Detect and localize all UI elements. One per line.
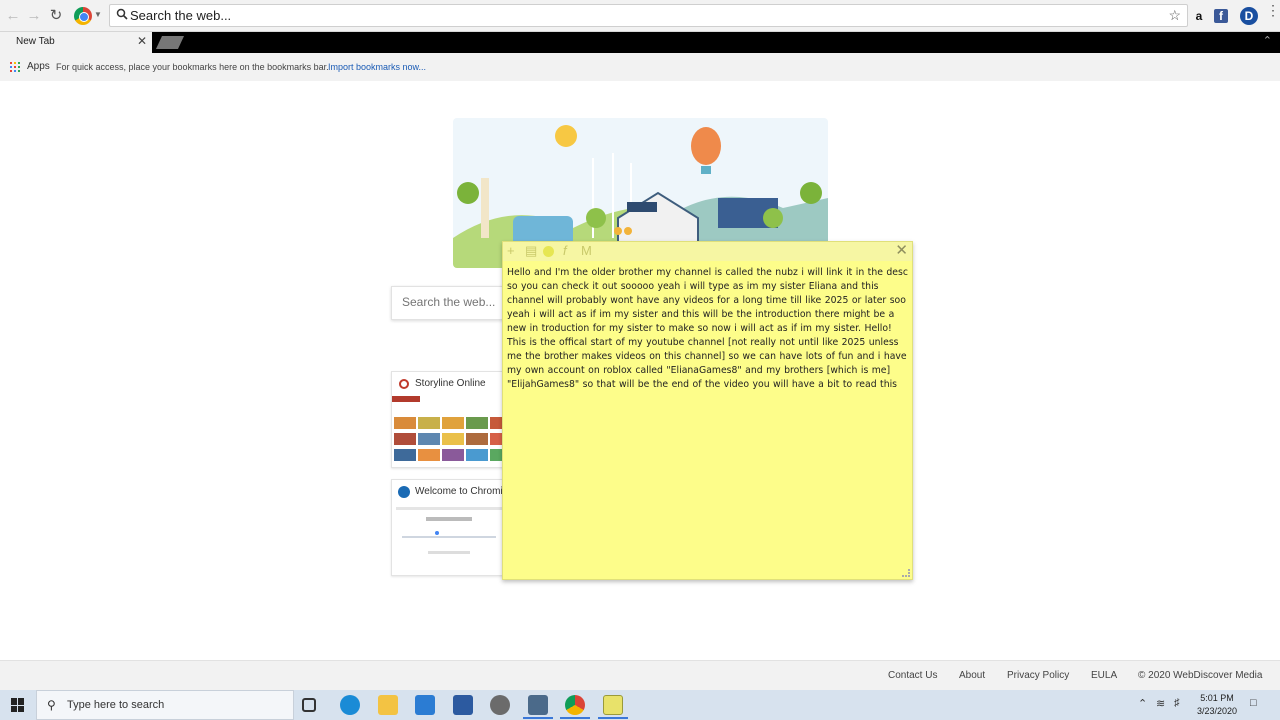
back-arrow-icon[interactable]: ← <box>4 7 22 25</box>
browser-toolbar: ← → ↻ ▼ Search the web... ☆ a f D ⋮ <box>0 0 1280 32</box>
color-picker-icon[interactable] <box>543 246 554 257</box>
mail-icon[interactable] <box>415 695 435 715</box>
welcome-chrome-thumbnail <box>392 503 504 575</box>
bookmark-star-icon[interactable]: ☆ <box>1168 7 1181 24</box>
search-icon <box>116 8 128 20</box>
copyright-text: © 2020 WebDiscover Media <box>1138 670 1263 681</box>
tile-title: Storyline Online <box>415 378 486 389</box>
taskbar-search-box[interactable]: ⚲ Type here to search <box>36 690 294 720</box>
page-search-box[interactable] <box>391 286 511 320</box>
address-bar-text: Search the web... <box>130 8 232 23</box>
facebook-share-icon[interactable]: f <box>563 244 567 258</box>
facebook-extension-icon[interactable]: f <box>1214 9 1228 23</box>
taskbar-clock[interactable]: 5:01 PM 3/23/2020 <box>1192 692 1242 718</box>
page-search-input[interactable] <box>402 295 507 309</box>
settings-gear-icon[interactable] <box>490 695 510 715</box>
menu-dots-icon[interactable]: ⋮ <box>1266 3 1280 17</box>
tab-title: New Tab <box>16 36 55 47</box>
storyline-favicon-icon <box>399 379 409 389</box>
most-visited-tile-welcome-chrome[interactable]: Welcome to Chromi... <box>391 479 505 576</box>
forward-arrow-icon[interactable]: → <box>25 7 43 25</box>
tab-strip: New Tab ✕ ⌃ <box>0 32 1280 53</box>
new-tab-page: Storyline Online Welcome to Chromi... <box>0 81 1280 660</box>
bookmarks-message: For quick access, place your bookmarks h… <box>56 62 329 72</box>
taskbar-search-placeholder: Type here to search <box>67 699 165 711</box>
resize-grip-icon[interactable] <box>902 569 910 577</box>
notification-center-icon[interactable]: □ <box>1250 697 1257 709</box>
tile-title: Welcome to Chromi... <box>415 486 505 497</box>
edge-browser-icon[interactable] <box>340 695 360 715</box>
media-app-icon[interactable] <box>528 695 548 715</box>
address-bar[interactable]: Search the web... ☆ <box>109 4 1188 27</box>
volume-icon[interactable]: ♯ <box>1174 697 1180 709</box>
close-icon[interactable]: ✕ <box>895 243 908 259</box>
sticky-note-window[interactable]: + ▤ f M ✕ Hello and I'm the older brothe… <box>502 241 913 580</box>
contact-us-link[interactable]: Contact Us <box>888 670 937 681</box>
reload-icon[interactable]: ↻ <box>47 7 65 25</box>
windows-start-icon[interactable] <box>11 698 25 712</box>
clock-date: 3/23/2020 <box>1196 706 1238 716</box>
email-share-icon[interactable]: M <box>581 244 592 258</box>
tab-new-tab[interactable]: New Tab ✕ <box>0 32 152 53</box>
chrome-taskbar-icon[interactable] <box>565 695 585 715</box>
file-explorer-icon[interactable] <box>378 695 398 715</box>
sticky-note-toolbar: + ▤ f M ✕ <box>503 242 912 261</box>
sticky-note-text[interactable]: Hello and I'm the older brother my chann… <box>507 266 910 392</box>
windows-taskbar: ⚲ Type here to search ⌃ ≋ ♯ 5:01 PM 3/23… <box>0 690 1280 720</box>
store-icon[interactable] <box>453 695 473 715</box>
apps-link[interactable]: Apps <box>27 61 50 72</box>
close-tab-icon[interactable]: ✕ <box>137 34 147 48</box>
running-app-indicator <box>523 717 553 719</box>
eula-link[interactable]: EULA <box>1091 670 1117 681</box>
clock-time: 5:01 PM <box>1200 693 1234 703</box>
most-visited-tile-storyline[interactable]: Storyline Online <box>391 371 505 468</box>
new-tab-button[interactable] <box>155 36 185 49</box>
import-bookmarks-link[interactable]: Import bookmarks now... <box>328 62 426 72</box>
running-app-indicator <box>560 717 590 719</box>
add-note-icon[interactable]: + <box>507 244 515 258</box>
about-link[interactable]: About <box>959 670 985 681</box>
task-view-icon[interactable] <box>302 698 316 712</box>
privacy-policy-link[interactable]: Privacy Policy <box>1007 670 1069 681</box>
webdiscover-extension-icon[interactable]: D <box>1240 7 1258 25</box>
apps-grid-icon[interactable] <box>10 62 20 72</box>
search-icon: ⚲ <box>47 698 56 712</box>
storyline-thumbnail <box>392 395 504 467</box>
sticky-notes-taskbar-icon[interactable] <box>603 695 623 715</box>
amazon-extension-icon[interactable]: a <box>1190 7 1208 25</box>
chevron-up-icon[interactable]: ⌃ <box>1263 34 1272 47</box>
network-icon[interactable]: ≋ <box>1156 697 1165 710</box>
chrome-logo-icon[interactable] <box>74 7 92 25</box>
bookmarks-bar: Apps For quick access, place your bookma… <box>0 53 1280 81</box>
chrome-welcome-favicon-icon <box>398 486 410 498</box>
running-app-indicator <box>598 717 628 719</box>
page-footer: Contact Us About Privacy Policy EULA © 2… <box>0 660 1280 690</box>
chevron-up-icon[interactable]: ⌃ <box>1138 697 1147 710</box>
chevron-down-icon[interactable]: ▼ <box>94 10 102 19</box>
trash-icon[interactable]: ▤ <box>525 244 537 258</box>
